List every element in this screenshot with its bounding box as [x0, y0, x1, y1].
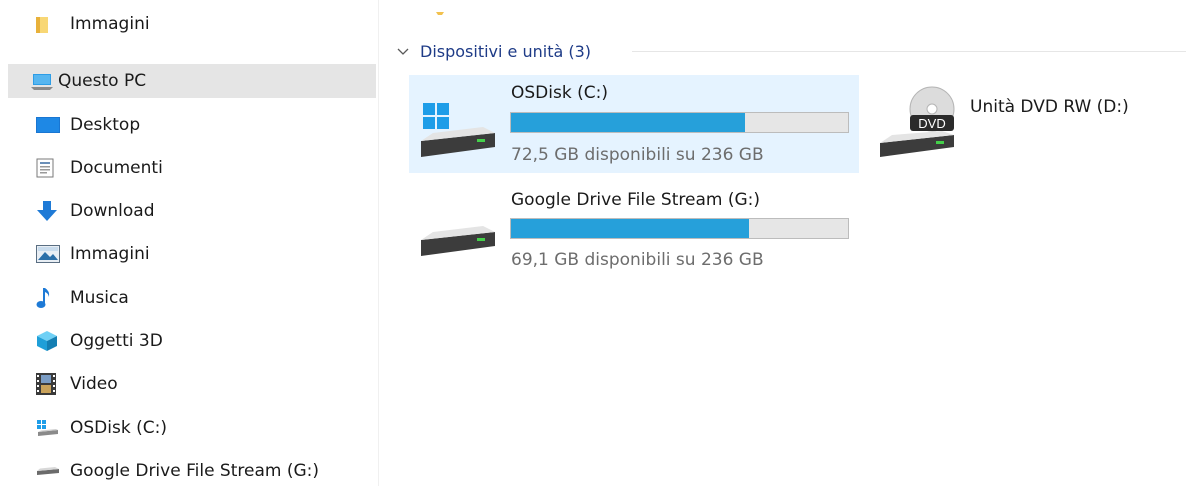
sidebar-item-label: Download: [70, 201, 155, 221]
sidebar-item-label: Oggetti 3D: [70, 331, 163, 351]
sidebar-item-questo-pc[interactable]: Questo PC: [8, 64, 376, 98]
drive-free-space: 69,1 GB disponibili su 236 GB: [511, 250, 764, 270]
download-icon: [36, 200, 62, 222]
sidebar-item-osdisk[interactable]: OSDisk (C:): [8, 411, 376, 445]
storage-usage-bar: [510, 112, 849, 133]
sidebar-item-label: Documenti: [70, 158, 163, 178]
storage-usage-fill: [511, 113, 745, 132]
dvd-label: DVD: [918, 116, 945, 131]
sidebar-item-desktop[interactable]: Desktop: [8, 108, 376, 142]
group-header-label: Dispositivi e unità (3): [420, 41, 592, 61]
sidebar-item-google-drive[interactable]: Google Drive File Stream (G:): [8, 454, 376, 488]
documents-icon: [36, 157, 62, 179]
drive-tile-c[interactable]: OSDisk (C:) 72,5 GB disponibili su 236 G…: [409, 75, 859, 173]
drive-icon: [421, 226, 495, 256]
sidebar-item-label: OSDisk (C:): [70, 418, 167, 438]
folder-icon: [436, 12, 444, 15]
windows-drive-icon: [36, 417, 62, 439]
objects-3d-icon: [36, 330, 62, 352]
drive-name: OSDisk (C:): [511, 83, 608, 103]
chevron-down-icon: [397, 48, 409, 55]
drive-free-space: 72,5 GB disponibili su 236 GB: [511, 145, 764, 165]
navigation-pane: Immagini Questo PC Desktop Documenti Dow…: [0, 0, 378, 486]
drive-name: Google Drive File Stream (G:): [511, 190, 761, 210]
drive-icon: [36, 460, 62, 482]
sidebar-item-label: Immagini: [70, 14, 150, 34]
sidebar-item-label: Google Drive File Stream (G:): [70, 461, 320, 481]
sidebar-item-label: Questo PC: [58, 71, 147, 91]
group-header-devices[interactable]: Dispositivi e unità (3): [396, 38, 591, 64]
music-icon: [36, 287, 62, 309]
sidebar-item-immagini-quick[interactable]: Immagini: [8, 7, 376, 41]
sidebar-item-label: Video: [70, 374, 118, 394]
sidebar-item-label: Immagini: [70, 244, 150, 264]
sidebar-item-oggetti-3d[interactable]: Oggetti 3D: [8, 324, 376, 358]
sidebar-item-label: Musica: [70, 288, 129, 308]
video-icon: [36, 373, 62, 395]
group-divider: [632, 51, 1186, 52]
drive-name: Unità DVD RW (D:): [970, 97, 1129, 117]
sidebar-item-label: Desktop: [70, 115, 141, 135]
drive-tile-g[interactable]: Google Drive File Stream (G:) 69,1 GB di…: [409, 180, 859, 278]
drive-tile-d[interactable]: DVD Unità DVD RW (D:): [870, 75, 1170, 173]
computer-icon: [30, 70, 56, 92]
storage-usage-fill: [511, 219, 750, 238]
sidebar-item-documenti[interactable]: Documenti: [8, 151, 376, 185]
pane-divider[interactable]: [378, 0, 379, 486]
sidebar-item-immagini[interactable]: Immagini: [8, 237, 376, 271]
sidebar-item-musica[interactable]: Musica: [8, 281, 376, 315]
sidebar-item-download[interactable]: Download: [8, 194, 376, 228]
dvd-drive-icon: DVD: [880, 86, 955, 157]
windows-drive-icon: [421, 103, 495, 157]
pictures-icon: [36, 243, 62, 265]
desktop-icon: [36, 114, 62, 136]
sidebar-item-video[interactable]: Video: [8, 367, 376, 401]
storage-usage-bar: [510, 218, 849, 239]
folder-icon: [36, 13, 62, 35]
